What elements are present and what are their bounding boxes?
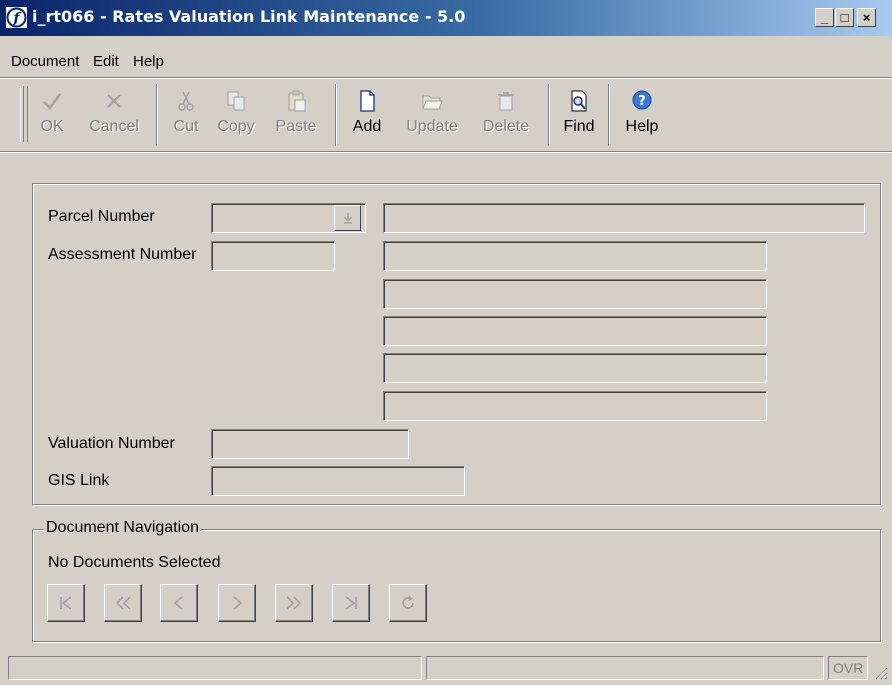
find-magnifier-icon bbox=[571, 90, 587, 112]
update-button[interactable]: Update bbox=[398, 88, 466, 136]
find-label: Find bbox=[563, 118, 595, 135]
gis-link-label: GIS Link bbox=[48, 472, 110, 489]
previous-icon bbox=[173, 596, 183, 610]
help-question-icon: ? bbox=[632, 90, 652, 110]
menu-document[interactable]: Document bbox=[11, 53, 79, 70]
address-line-2[interactable] bbox=[383, 279, 767, 309]
last-icon bbox=[345, 596, 357, 610]
x-cancel-icon bbox=[107, 94, 121, 108]
address-line-4[interactable] bbox=[383, 353, 767, 383]
copy-label: Copy bbox=[217, 118, 255, 135]
first-document-button[interactable] bbox=[47, 584, 85, 622]
previous-document-button[interactable] bbox=[160, 584, 198, 622]
address-line-input[interactable] bbox=[384, 354, 766, 382]
address-line-input[interactable] bbox=[384, 392, 766, 420]
find-button[interactable]: Find bbox=[557, 88, 601, 136]
address-line-input[interactable] bbox=[384, 317, 766, 345]
cancel-button[interactable]: Cancel bbox=[84, 88, 144, 136]
status-panel-message bbox=[8, 656, 422, 680]
next-icon bbox=[233, 596, 243, 610]
toolbar-separator bbox=[335, 84, 337, 146]
navigation-status: No Documents Selected bbox=[48, 554, 221, 571]
parcel-description-field[interactable] bbox=[383, 203, 865, 233]
last-document-button[interactable] bbox=[332, 584, 370, 622]
previous-page-button[interactable] bbox=[104, 584, 142, 622]
trash-icon bbox=[498, 92, 514, 111]
valuation-number-label: Valuation Number bbox=[48, 435, 175, 452]
toolbar-separator bbox=[156, 84, 158, 146]
toolbar-grip[interactable] bbox=[20, 86, 28, 142]
add-label: Add bbox=[352, 118, 382, 135]
address-line-5[interactable] bbox=[383, 391, 767, 421]
new-document-icon bbox=[360, 90, 375, 112]
ok-label: OK bbox=[40, 118, 64, 135]
parcel-number-label: Parcel Number bbox=[48, 208, 155, 225]
delete-button[interactable]: Delete bbox=[474, 88, 538, 136]
address-line-input[interactable] bbox=[384, 242, 766, 270]
checkmark-icon bbox=[43, 93, 62, 110]
close-button[interactable]: × bbox=[857, 8, 876, 27]
assessment-number-input[interactable] bbox=[212, 242, 334, 270]
update-label: Update bbox=[406, 118, 458, 135]
maximize-icon: □ bbox=[840, 10, 849, 25]
valuation-number-field[interactable] bbox=[211, 429, 409, 459]
copy-button[interactable]: Copy bbox=[212, 88, 260, 136]
ok-button[interactable]: OK bbox=[36, 88, 68, 136]
refresh-button[interactable] bbox=[389, 584, 427, 622]
next-page-button[interactable] bbox=[275, 584, 313, 622]
address-line-3[interactable] bbox=[383, 316, 767, 346]
first-icon bbox=[60, 596, 72, 610]
valuation-number-input[interactable] bbox=[212, 430, 408, 458]
toolbar-separator bbox=[548, 84, 550, 146]
cancel-label: Cancel bbox=[89, 118, 139, 135]
resize-grip-icon bbox=[875, 667, 888, 680]
cut-button[interactable]: Cut bbox=[166, 88, 206, 136]
parcel-description-input[interactable] bbox=[384, 204, 864, 232]
status-panel-info bbox=[426, 656, 824, 680]
scissors-icon bbox=[178, 91, 194, 111]
maximize-button[interactable]: □ bbox=[835, 8, 854, 27]
overwrite-mode-indicator: OVR bbox=[828, 656, 868, 680]
rewind-icon bbox=[115, 596, 131, 610]
document-navigation-legend: Document Navigation bbox=[44, 519, 201, 537]
menu-help[interactable]: Help bbox=[133, 53, 164, 70]
copy-icon bbox=[227, 91, 245, 111]
paste-label: Paste bbox=[275, 118, 317, 135]
fast-forward-icon bbox=[286, 596, 302, 610]
parcel-dropdown-button[interactable] bbox=[334, 205, 361, 231]
open-folder-icon bbox=[422, 95, 443, 110]
svg-text:?: ? bbox=[638, 94, 646, 109]
gis-link-input[interactable] bbox=[212, 467, 464, 495]
paste-button[interactable]: Paste bbox=[268, 88, 324, 136]
address-line-1[interactable] bbox=[383, 241, 767, 271]
address-line-input[interactable] bbox=[384, 280, 766, 308]
resize-grip[interactable] bbox=[872, 664, 888, 680]
assessment-number-label: Assessment Number bbox=[48, 246, 197, 263]
app-logo-icon[interactable]: f bbox=[5, 6, 28, 29]
window-title: i_rt066 - Rates Valuation Link Maintenan… bbox=[32, 7, 466, 26]
close-icon: × bbox=[862, 10, 871, 25]
assessment-number-field[interactable] bbox=[211, 241, 335, 271]
clipboard-paste-icon bbox=[288, 90, 306, 112]
svg-text:f: f bbox=[12, 11, 22, 27]
menu-edit[interactable]: Edit bbox=[93, 53, 119, 70]
toolbar-separator bbox=[608, 84, 610, 146]
help-label: Help bbox=[625, 118, 659, 135]
dropdown-arrow-icon bbox=[343, 213, 352, 224]
minimize-icon: _ bbox=[820, 10, 829, 25]
next-document-button[interactable] bbox=[218, 584, 256, 622]
help-button[interactable]: ? Help bbox=[620, 88, 664, 136]
add-button[interactable]: Add bbox=[347, 88, 387, 136]
gis-link-field[interactable] bbox=[211, 466, 465, 496]
minimize-button[interactable]: _ bbox=[815, 8, 834, 27]
cut-label: Cut bbox=[173, 118, 199, 135]
refresh-icon bbox=[402, 595, 414, 609]
delete-label: Delete bbox=[482, 118, 530, 135]
